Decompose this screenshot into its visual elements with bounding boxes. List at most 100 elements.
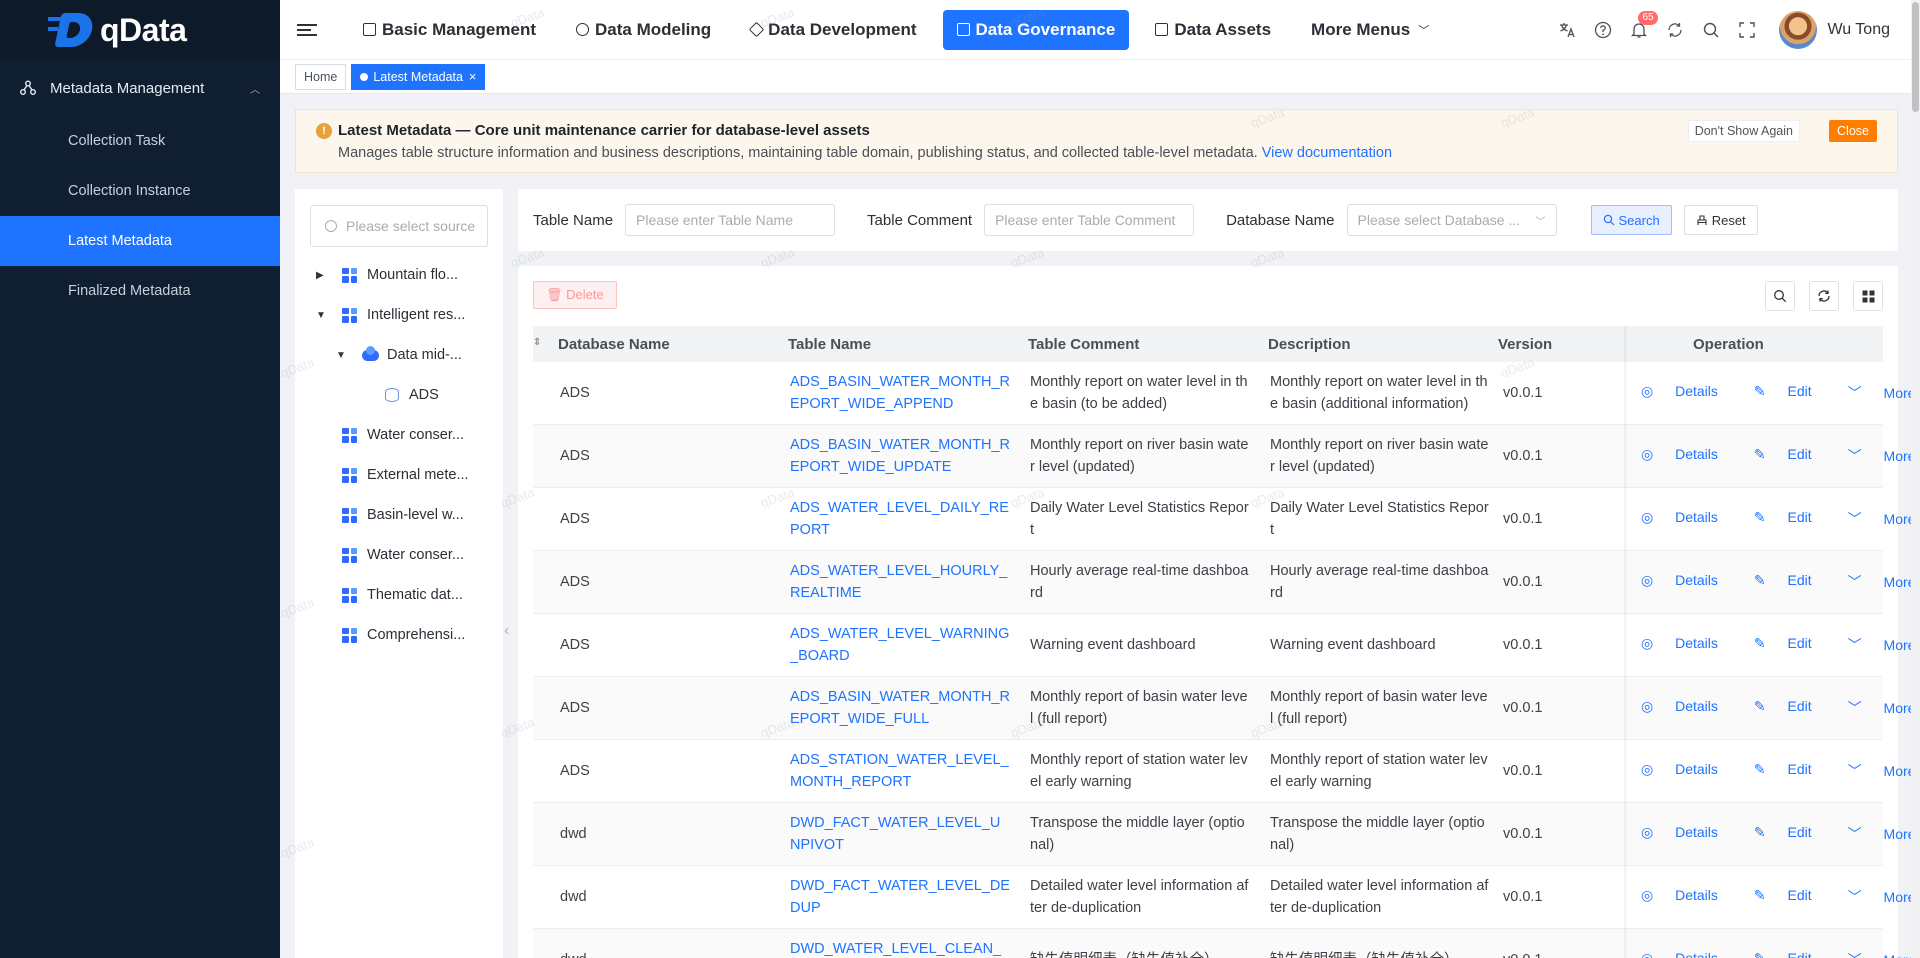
cell-table-name-link[interactable]: ADS_WATER_LEVEL_HOURLY_REALTIME: [790, 560, 1010, 604]
table-row[interactable]: ADS ADS_BASIN_WATER_MONTH_REPORT_WIDE_UPD…: [533, 425, 1915, 488]
bell-icon[interactable]: 65: [1629, 11, 1658, 40]
page-scrollbar[interactable]: [1911, 0, 1920, 958]
nav-basic-management[interactable]: Basic Management: [349, 10, 550, 50]
column-description[interactable]: Description: [1268, 336, 1351, 353]
edit-button[interactable]: ✎ Edit: [1754, 950, 1830, 958]
column-table-name[interactable]: Table Name: [788, 336, 871, 353]
edit-button[interactable]: ✎ Edit: [1754, 698, 1830, 718]
sidebar-item-latest-metadata[interactable]: Latest Metadata: [0, 216, 280, 266]
details-button[interactable]: ◎ Details: [1641, 950, 1736, 958]
more-button[interactable]: ﹀ More: [1848, 446, 1920, 466]
tree-node[interactable]: Water conser...: [342, 415, 464, 455]
tree-node[interactable]: ▼ Data mid-...: [336, 335, 462, 375]
table-row[interactable]: dwd DWD_FACT_WATER_LEVEL_DEDUP Detailed wa…: [533, 866, 1915, 929]
database-name-select[interactable]: Please select Database ... ﹀: [1346, 204, 1557, 236]
nav-data-development[interactable]: Data Development: [737, 10, 930, 50]
column-table-comment[interactable]: Table Comment: [1028, 336, 1139, 353]
tree-node[interactable]: ADS: [385, 375, 439, 415]
nav-data-governance[interactable]: Data Governance: [942, 9, 1130, 50]
table-comment-input[interactable]: Please enter Table Comment: [984, 204, 1195, 236]
more-button[interactable]: ﹀ More: [1848, 572, 1920, 592]
edit-button[interactable]: ✎ Edit: [1754, 509, 1830, 529]
cell-table-name-link[interactable]: ADS_BASIN_WATER_MONTH_REPORT_WIDE_UPDATE: [790, 434, 1010, 478]
nav-data-modeling[interactable]: Data Modeling: [562, 10, 725, 50]
tree-node[interactable]: ▶ Mountain flo...: [316, 255, 458, 295]
dont-show-again-button[interactable]: Don't Show Again: [1687, 120, 1800, 142]
edit-button[interactable]: ✎ Edit: [1754, 761, 1830, 781]
cell-table-name-link[interactable]: ADS_WATER_LEVEL_DAILY_REPORT: [790, 497, 1010, 541]
close-icon[interactable]: ×: [469, 70, 476, 84]
cell-table-name-link[interactable]: ADS_BASIN_WATER_MONTH_REPORT_WIDE_APPEND: [790, 371, 1010, 415]
table-row[interactable]: dwd DWD_FACT_WATER_LEVEL_UNPIVOT Transpose…: [533, 803, 1915, 866]
refresh-table-button[interactable]: [1809, 281, 1839, 311]
nav-more-menus[interactable]: More Menus ﹀: [1297, 10, 1443, 50]
search-icon[interactable]: [1701, 20, 1721, 40]
tab-home[interactable]: Home: [295, 63, 347, 90]
edit-button[interactable]: ✎ Edit: [1754, 572, 1830, 592]
refresh-icon[interactable]: [1665, 20, 1685, 40]
cell-table-name-link[interactable]: ADS_WATER_LEVEL_WARNING_BOARD: [790, 623, 1010, 667]
tree-node[interactable]: Thematic dat...: [342, 575, 463, 615]
table-row[interactable]: ADS ADS_WATER_LEVEL_HOURLY_REALTIME Hourly…: [533, 551, 1915, 614]
more-button[interactable]: ﹀ More: [1848, 509, 1920, 529]
delete-button[interactable]: 🗑 Delete: [533, 281, 617, 309]
column-version[interactable]: Version: [1498, 336, 1552, 353]
menu-toggle-icon[interactable]: [297, 21, 317, 39]
table-row[interactable]: ADS ADS_BASIN_WATER_MONTH_REPORT_WIDE_FUL…: [533, 677, 1915, 740]
edit-button[interactable]: ✎ Edit: [1754, 635, 1830, 655]
details-button[interactable]: ◎ Details: [1641, 446, 1736, 466]
fullscreen-icon[interactable]: [1737, 20, 1757, 40]
reset-button[interactable]: Reset: [1683, 205, 1758, 235]
details-button[interactable]: ◎ Details: [1641, 635, 1736, 655]
more-button[interactable]: ﹀ More: [1848, 698, 1920, 718]
details-button[interactable]: ◎ Details: [1641, 824, 1736, 844]
more-button[interactable]: ﹀ More: [1848, 887, 1920, 907]
help-icon[interactable]: [1593, 20, 1613, 40]
table-row[interactable]: dwd DWD_WATER_LEVEL_CLEAN_M 缺失值明细表（缺失值补全） 缺…: [533, 929, 1915, 958]
more-button[interactable]: ﹀ More: [1848, 635, 1920, 655]
table-row[interactable]: ADS ADS_STATION_WATER_LEVEL_MONTH_REPORT M…: [533, 740, 1915, 803]
tree-node[interactable]: Water conser...: [342, 535, 464, 575]
details-button[interactable]: ◎ Details: [1641, 572, 1736, 592]
more-button[interactable]: ﹀ More: [1848, 383, 1920, 403]
search-button[interactable]: Search: [1590, 205, 1672, 235]
edit-button[interactable]: ✎ Edit: [1754, 824, 1830, 844]
cell-table-name-link[interactable]: DWD_FACT_WATER_LEVEL_UNPIVOT: [790, 812, 1010, 856]
user-name[interactable]: Wu Tong: [1827, 21, 1890, 39]
tab-latest-metadata[interactable]: Latest Metadata ×: [351, 63, 486, 90]
sidebar-item-finalized-metadata[interactable]: Finalized Metadata: [0, 266, 280, 316]
nav-data-assets[interactable]: Data Assets: [1141, 10, 1285, 50]
tree-node[interactable]: Basin-level w...: [342, 495, 464, 535]
details-button[interactable]: ◎ Details: [1641, 509, 1736, 529]
logo[interactable]: qData: [0, 0, 280, 60]
sidebar-item-collection-instance[interactable]: Collection Instance: [0, 166, 280, 216]
column-settings-button[interactable]: [1853, 281, 1883, 311]
tree-search-input[interactable]: Please select source: [310, 205, 488, 247]
table-name-input[interactable]: Please enter Table Name: [625, 204, 836, 236]
view-documentation-link[interactable]: View documentation: [1262, 145, 1392, 161]
details-button[interactable]: ◎ Details: [1641, 761, 1736, 781]
table-row[interactable]: ADS ADS_WATER_LEVEL_DAILY_REPORT Daily Wat…: [533, 488, 1915, 551]
cell-table-name-link[interactable]: DWD_FACT_WATER_LEVEL_DEDUP: [790, 875, 1010, 919]
details-button[interactable]: ◎ Details: [1641, 383, 1736, 403]
more-button[interactable]: ﹀ More: [1848, 761, 1920, 781]
cell-table-name-link[interactable]: DWD_WATER_LEVEL_CLEAN_M: [790, 938, 1010, 958]
toggle-search-button[interactable]: [1765, 281, 1795, 311]
avatar[interactable]: [1779, 11, 1818, 49]
column-database-name[interactable]: Database Name: [558, 336, 670, 353]
tree-node[interactable]: Comprehensi...: [342, 615, 465, 655]
edit-button[interactable]: ✎ Edit: [1754, 383, 1830, 403]
edit-button[interactable]: ✎ Edit: [1754, 446, 1830, 466]
tree-node[interactable]: ▼ Intelligent res...: [316, 295, 465, 335]
translate-icon[interactable]: [1557, 20, 1577, 40]
close-notice-button[interactable]: Close: [1829, 120, 1877, 142]
table-row[interactable]: ADS ADS_BASIN_WATER_MONTH_REPORT_WIDE_APP…: [533, 362, 1915, 425]
sidebar-group-metadata-management[interactable]: Metadata Management ︿: [0, 60, 280, 116]
edit-button[interactable]: ✎ Edit: [1754, 887, 1830, 907]
cell-table-name-link[interactable]: ADS_STATION_WATER_LEVEL_MONTH_REPORT: [790, 749, 1010, 793]
details-button[interactable]: ◎ Details: [1641, 698, 1736, 718]
tree-node[interactable]: External mete...: [342, 455, 469, 495]
cell-table-name-link[interactable]: ADS_BASIN_WATER_MONTH_REPORT_WIDE_FULL: [790, 686, 1010, 730]
more-button[interactable]: ﹀ More: [1848, 824, 1920, 844]
details-button[interactable]: ◎ Details: [1641, 887, 1736, 907]
